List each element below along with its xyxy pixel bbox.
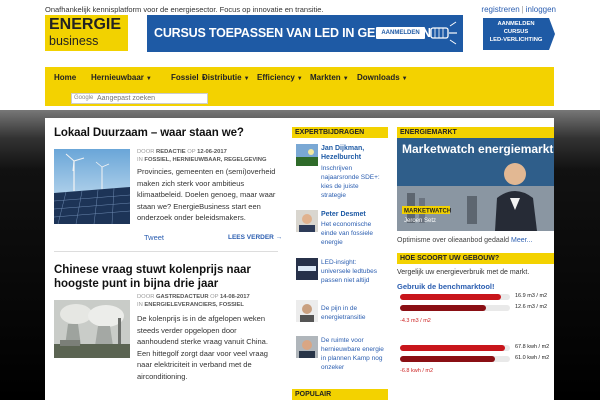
benchmark-bar-track <box>400 294 510 300</box>
article-excerpt: De kolenprijs is in de afgelopen weken s… <box>137 314 268 381</box>
logo-line2: business <box>49 34 99 48</box>
account-links: registreren | inloggen <box>481 5 556 14</box>
article-date: 12-06-2017 <box>197 149 227 155</box>
article-meta: DOOR GASTREDACTEUR OP 14-08-2017 IN ENER… <box>137 294 250 308</box>
benchmark-bar-value: 67.8 kwh / m2 <box>515 344 550 350</box>
nav-hernieuwbaar[interactable]: Hernieuwbaar ▼ <box>91 73 152 82</box>
nav-markten[interactable]: Markten ▼ <box>310 73 349 82</box>
market-img-title: Marketwatch energiemarkt <box>402 142 553 156</box>
led-thumbnail <box>296 258 318 280</box>
article-date: 14-08-2017 <box>220 294 250 300</box>
tweet-button[interactable]: Tweet <box>144 233 164 242</box>
avatar <box>296 300 318 322</box>
expert-item[interactable]: Peter Desmet Het economische einde van f… <box>296 210 384 250</box>
avatar <box>296 210 318 232</box>
marketwatch-video[interactable]: Marketwatch energiemarkt MARKETWATCH Jer… <box>397 138 554 231</box>
expert-desc[interactable]: Inschrijven najaarsronde SDE+: kies de j… <box>321 164 385 200</box>
search-brand: Google <box>74 95 94 101</box>
nav-efficiency[interactable]: Efficiency ▼ <box>257 73 303 82</box>
banner-signup-button[interactable]: AANMELDEN <box>376 27 425 39</box>
article-excerpt: Provincies, gemeenten en (semi)overheid … <box>137 167 276 222</box>
article-title[interactable]: Chinese vraag stuwt kolenprijs naar hoog… <box>54 263 279 291</box>
article-meta: DOOR REDACTIE OP 12-06-2017 IN FOSSIEL, … <box>137 149 267 163</box>
benchmark-bar-track <box>400 345 510 351</box>
badge-arrow-shape <box>549 18 555 50</box>
benchmark-bar-value: 16.9 m3 / m2 <box>515 293 548 299</box>
expert-item[interactable]: LED-insight: universele ledtubes passen … <box>296 258 384 294</box>
market-img-person: Jeroen Setz <box>404 218 436 224</box>
expert-thumbnail <box>296 144 318 166</box>
login-link[interactable]: inloggen <box>526 5 556 14</box>
market-caption: Optimisme over olieaanbod gedaald Meer..… <box>397 237 533 244</box>
solar-wind-thumbnail[interactable] <box>54 149 130 224</box>
article-categories[interactable]: FOSSIEL, HERNIEUWBAAR, REGELGEVING <box>144 157 266 163</box>
article-author[interactable]: REDACTIE <box>156 149 186 155</box>
expert-name[interactable]: Peter Desmet <box>321 210 385 219</box>
nav-distributie[interactable]: Distributie ▼ <box>202 73 250 82</box>
expert-item[interactable]: Jan Dijkman, Hezelburcht Inschrijven naj… <box>296 144 384 204</box>
benchmark-difference: -4.3 m3 / m2 <box>400 318 431 324</box>
nav-home[interactable]: Home <box>54 73 76 82</box>
signup-line2: CURSUS <box>503 29 529 35</box>
market-img-tag: MARKETWATCH <box>404 209 451 215</box>
benchmark-bar-value: 61.0 kwh / m2 <box>515 355 550 361</box>
led-course-banner[interactable]: CURSUS TOEPASSEN VAN LED IN GEBOUWEN AAN… <box>147 15 463 52</box>
chevron-down-icon: ▼ <box>243 76 250 82</box>
avatar <box>296 336 318 358</box>
market-heading: ENERGIEMARKT <box>397 127 554 138</box>
search-box: Google <box>71 93 208 104</box>
benchmark-bar-track <box>400 305 510 311</box>
link-separator: | <box>521 5 524 14</box>
benchmark-bar-fill <box>400 345 505 351</box>
benchmark-bar-fill <box>400 305 486 311</box>
benchmark-tool-link[interactable]: Gebruik de benchmarktool! <box>397 282 495 291</box>
benchmark-bar-fill <box>400 294 501 300</box>
logo-line1: ENERGIE <box>49 16 122 33</box>
chevron-down-icon: ▼ <box>145 76 152 82</box>
site-tagline: Onafhankelijk kennisplatform voor de ene… <box>45 5 324 14</box>
expert-heading: EXPERTBIJDRAGEN <box>292 127 388 138</box>
signup-line3: LED-VERLICHTING <box>489 37 543 43</box>
expert-desc[interactable]: Het economische einde van fossiele energ… <box>321 220 385 247</box>
divider <box>54 251 278 252</box>
article-author[interactable]: GASTREDACTEUR <box>156 294 209 300</box>
more-link[interactable]: Meer... <box>511 237 532 244</box>
benchmark-difference: -6.8 kwh / m2 <box>400 368 434 374</box>
benchmark-bar-track <box>400 356 510 362</box>
course-signup-badge[interactable]: AANMELDEN CURSUS LED-VERLICHTING <box>483 18 555 50</box>
chevron-down-icon: ▼ <box>401 76 408 82</box>
led-tube-icon <box>430 21 457 45</box>
benchmark-bar-fill <box>400 356 495 362</box>
site-logo[interactable]: ENERGIE business <box>45 15 128 51</box>
benchmark-bar-value: 12.6 m3 / m2 <box>515 304 548 310</box>
benchmark-subtitle: Vergelijk uw energieverbruik met de mark… <box>397 269 530 276</box>
expert-item[interactable]: De pijn in de energietransitie <box>296 300 384 324</box>
power-plant-thumbnail[interactable] <box>54 300 130 358</box>
signup-line1: AANMELDEN <box>497 21 535 27</box>
expert-desc[interactable]: De pijn in de energietransitie <box>321 304 385 322</box>
chevron-down-icon: ▼ <box>342 76 349 82</box>
expert-item[interactable]: De ruimte voor hernieuwbare energie in p… <box>296 336 384 376</box>
expert-desc[interactable]: De ruimte voor hernieuwbare energie in p… <box>321 336 385 372</box>
benchmark-heading: HOE SCOORT UW GEBOUW? <box>397 253 554 264</box>
chevron-down-icon: ▼ <box>296 76 303 82</box>
popular-heading: POPULAIR <box>292 389 388 400</box>
register-link[interactable]: registreren <box>481 5 519 14</box>
read-more-link[interactable]: LEES VERDER → <box>228 234 282 241</box>
expert-name[interactable]: Jan Dijkman, Hezelburcht <box>321 144 385 162</box>
search-input[interactable] <box>97 94 207 103</box>
article-categories[interactable]: ENERGIELEVERANCIERS, FOSSIEL <box>144 302 244 308</box>
article-title[interactable]: Lokaal Duurzaam – waar staan we? <box>54 127 244 139</box>
nav-downloads[interactable]: Downloads ▼ <box>357 73 408 82</box>
expert-desc[interactable]: LED-insight: universele ledtubes passen … <box>321 258 385 285</box>
